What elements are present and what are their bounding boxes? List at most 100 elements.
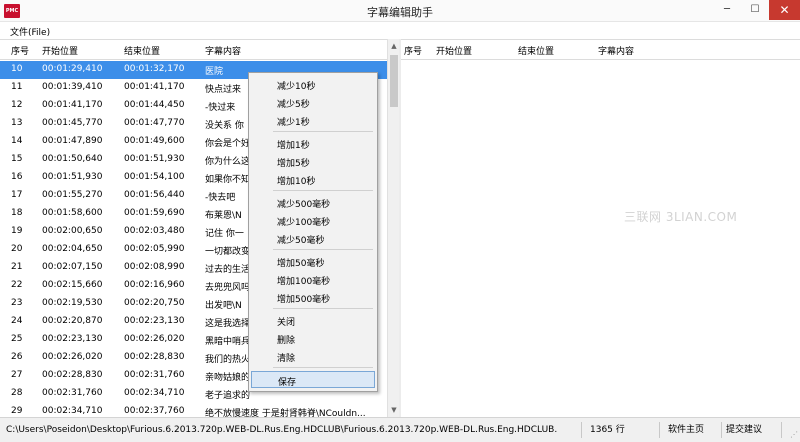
maximize-button[interactable]: ☐ bbox=[741, 0, 769, 20]
context-menu-item[interactable]: 删除 bbox=[251, 330, 375, 347]
row-end-time: 00:02:05,990 bbox=[124, 244, 185, 254]
scroll-up-icon[interactable]: ▲ bbox=[389, 42, 399, 50]
row-end-time: 00:02:16,960 bbox=[124, 280, 185, 290]
menu-bar: 文件(File) bbox=[0, 22, 800, 39]
row-start-time: 00:01:41,170 bbox=[42, 100, 103, 110]
left-table-header: 序号 开始位置 结束位置 字幕内容 bbox=[0, 39, 387, 60]
row-end-time: 00:01:44,450 bbox=[124, 100, 185, 110]
context-menu-item[interactable]: 减少1秒 bbox=[251, 112, 375, 129]
context-menu-item[interactable]: 减少50毫秒 bbox=[251, 230, 375, 247]
row-num: 18 bbox=[11, 208, 23, 218]
scroll-thumb[interactable] bbox=[390, 55, 398, 107]
context-menu-item[interactable]: 增加500毫秒 bbox=[251, 289, 375, 306]
context-menu-item-label: 关闭 bbox=[277, 318, 296, 328]
context-menu-item-label: 删除 bbox=[277, 336, 296, 346]
context-menu-item[interactable]: 减少100毫秒 bbox=[251, 212, 375, 229]
right-header-text[interactable]: 字幕内容 bbox=[598, 44, 634, 57]
row-end-time: 00:02:23,130 bbox=[124, 316, 185, 326]
row-num: 29 bbox=[11, 406, 23, 416]
row-start-time: 00:02:34,710 bbox=[42, 406, 103, 416]
row-start-time: 00:02:00,650 bbox=[42, 226, 103, 236]
context-menu-item[interactable]: 保存 bbox=[251, 371, 375, 388]
row-start-time: 00:02:23,130 bbox=[42, 334, 103, 344]
menu-separator bbox=[273, 131, 373, 132]
menu-file[interactable]: 文件(File) bbox=[10, 25, 50, 38]
row-num: 24 bbox=[11, 316, 23, 326]
row-num: 21 bbox=[11, 262, 23, 272]
status-line-count: 1365 行 bbox=[586, 422, 660, 438]
vertical-scrollbar[interactable]: ▲ ▼ bbox=[387, 39, 399, 417]
context-menu-item-label: 清除 bbox=[277, 354, 296, 364]
row-num: 27 bbox=[11, 370, 23, 380]
minimize-button[interactable]: ─ bbox=[713, 0, 741, 20]
scroll-down-icon[interactable]: ▼ bbox=[389, 406, 399, 414]
right-header-end[interactable]: 结束位置 bbox=[518, 44, 554, 57]
row-start-time: 00:02:07,150 bbox=[42, 262, 103, 272]
row-start-time: 00:01:45,770 bbox=[42, 118, 103, 128]
row-start-time: 00:02:15,660 bbox=[42, 280, 103, 290]
row-start-time: 00:01:39,410 bbox=[42, 82, 103, 92]
status-bar: C:\Users\Poseidon\Desktop\Furious.6.2013… bbox=[0, 417, 800, 442]
row-start-time: 00:01:58,600 bbox=[42, 208, 103, 218]
row-end-time: 00:02:28,830 bbox=[124, 352, 185, 362]
row-start-time: 00:02:31,760 bbox=[42, 388, 103, 398]
row-num: 25 bbox=[11, 334, 23, 344]
menu-separator bbox=[273, 190, 373, 191]
context-menu-item[interactable]: 增加100毫秒 bbox=[251, 271, 375, 288]
resize-grip-icon[interactable]: ⋰ bbox=[788, 430, 798, 440]
context-menu-item-label: 增加10秒 bbox=[277, 177, 316, 187]
menu-separator bbox=[273, 367, 373, 368]
row-end-time: 00:01:32,170 bbox=[124, 64, 185, 74]
context-menu-item-label: 减少50毫秒 bbox=[277, 236, 325, 246]
row-start-time: 00:01:50,640 bbox=[42, 154, 103, 164]
row-end-time: 00:02:26,020 bbox=[124, 334, 185, 344]
context-menu-item-label: 增加50毫秒 bbox=[277, 259, 325, 269]
table-row[interactable]: 29 00:02:34,710 00:02:37,760 绝不放慢速度 于是射肾韩脊\… bbox=[0, 403, 387, 417]
context-menu-item[interactable]: 增加5秒 bbox=[251, 153, 375, 170]
row-end-time: 00:02:03,480 bbox=[124, 226, 185, 236]
context-menu-item-label: 保存 bbox=[278, 378, 297, 388]
window-title: 字幕编辑助手 bbox=[367, 6, 433, 19]
suggest-link[interactable]: 提交建议 bbox=[722, 422, 782, 438]
right-header-num[interactable]: 序号 bbox=[404, 44, 422, 57]
title-bar: PMC 字幕编辑助手 ─ ☐ ✕ bbox=[0, 0, 800, 22]
row-end-time: 00:01:54,100 bbox=[124, 172, 185, 182]
row-start-time: 00:01:55,270 bbox=[42, 190, 103, 200]
right-table-header: 序号 开始位置 结束位置 字幕内容 bbox=[401, 39, 800, 60]
watermark: 三联网 3LIAN.COM bbox=[624, 210, 738, 224]
row-num: 26 bbox=[11, 352, 23, 362]
row-end-time: 00:02:31,760 bbox=[124, 370, 185, 380]
context-menu-item-label: 增加100毫秒 bbox=[277, 277, 331, 287]
row-start-time: 00:01:47,890 bbox=[42, 136, 103, 146]
header-num[interactable]: 序号 bbox=[11, 44, 39, 57]
homepage-link[interactable]: 软件主页 bbox=[664, 422, 722, 438]
header-start[interactable]: 开始位置 bbox=[42, 44, 120, 57]
header-end[interactable]: 结束位置 bbox=[124, 44, 202, 57]
context-menu-item[interactable]: 减少10秒 bbox=[251, 76, 375, 93]
row-end-time: 00:01:51,930 bbox=[124, 154, 185, 164]
menu-separator bbox=[273, 249, 373, 250]
row-end-time: 00:01:47,770 bbox=[124, 118, 185, 128]
context-menu-item[interactable]: 增加50毫秒 bbox=[251, 253, 375, 270]
pane-divider[interactable] bbox=[399, 39, 401, 417]
context-menu-item[interactable]: 减少5秒 bbox=[251, 94, 375, 111]
context-menu-item-label: 增加500毫秒 bbox=[277, 295, 331, 305]
row-num: 17 bbox=[11, 190, 23, 200]
row-end-time: 00:01:59,690 bbox=[124, 208, 185, 218]
context-menu-item[interactable]: 减少500毫秒 bbox=[251, 194, 375, 211]
context-menu-item[interactable]: 增加1秒 bbox=[251, 135, 375, 152]
row-end-time: 00:02:08,990 bbox=[124, 262, 185, 272]
row-end-time: 00:01:49,600 bbox=[124, 136, 185, 146]
close-button[interactable]: ✕ bbox=[769, 0, 800, 20]
row-start-time: 00:01:29,410 bbox=[42, 64, 103, 74]
row-num: 16 bbox=[11, 172, 23, 182]
row-end-time: 00:02:20,750 bbox=[124, 298, 185, 308]
context-menu-item[interactable]: 关闭 bbox=[251, 312, 375, 329]
right-header-start[interactable]: 开始位置 bbox=[436, 44, 472, 57]
context-menu-item[interactable]: 清除 bbox=[251, 348, 375, 365]
context-menu-item[interactable]: 增加10秒 bbox=[251, 171, 375, 188]
row-num: 22 bbox=[11, 280, 23, 290]
header-text[interactable]: 字幕内容 bbox=[205, 44, 383, 57]
context-menu-item-label: 减少5秒 bbox=[277, 100, 310, 110]
row-num: 10 bbox=[11, 64, 23, 74]
